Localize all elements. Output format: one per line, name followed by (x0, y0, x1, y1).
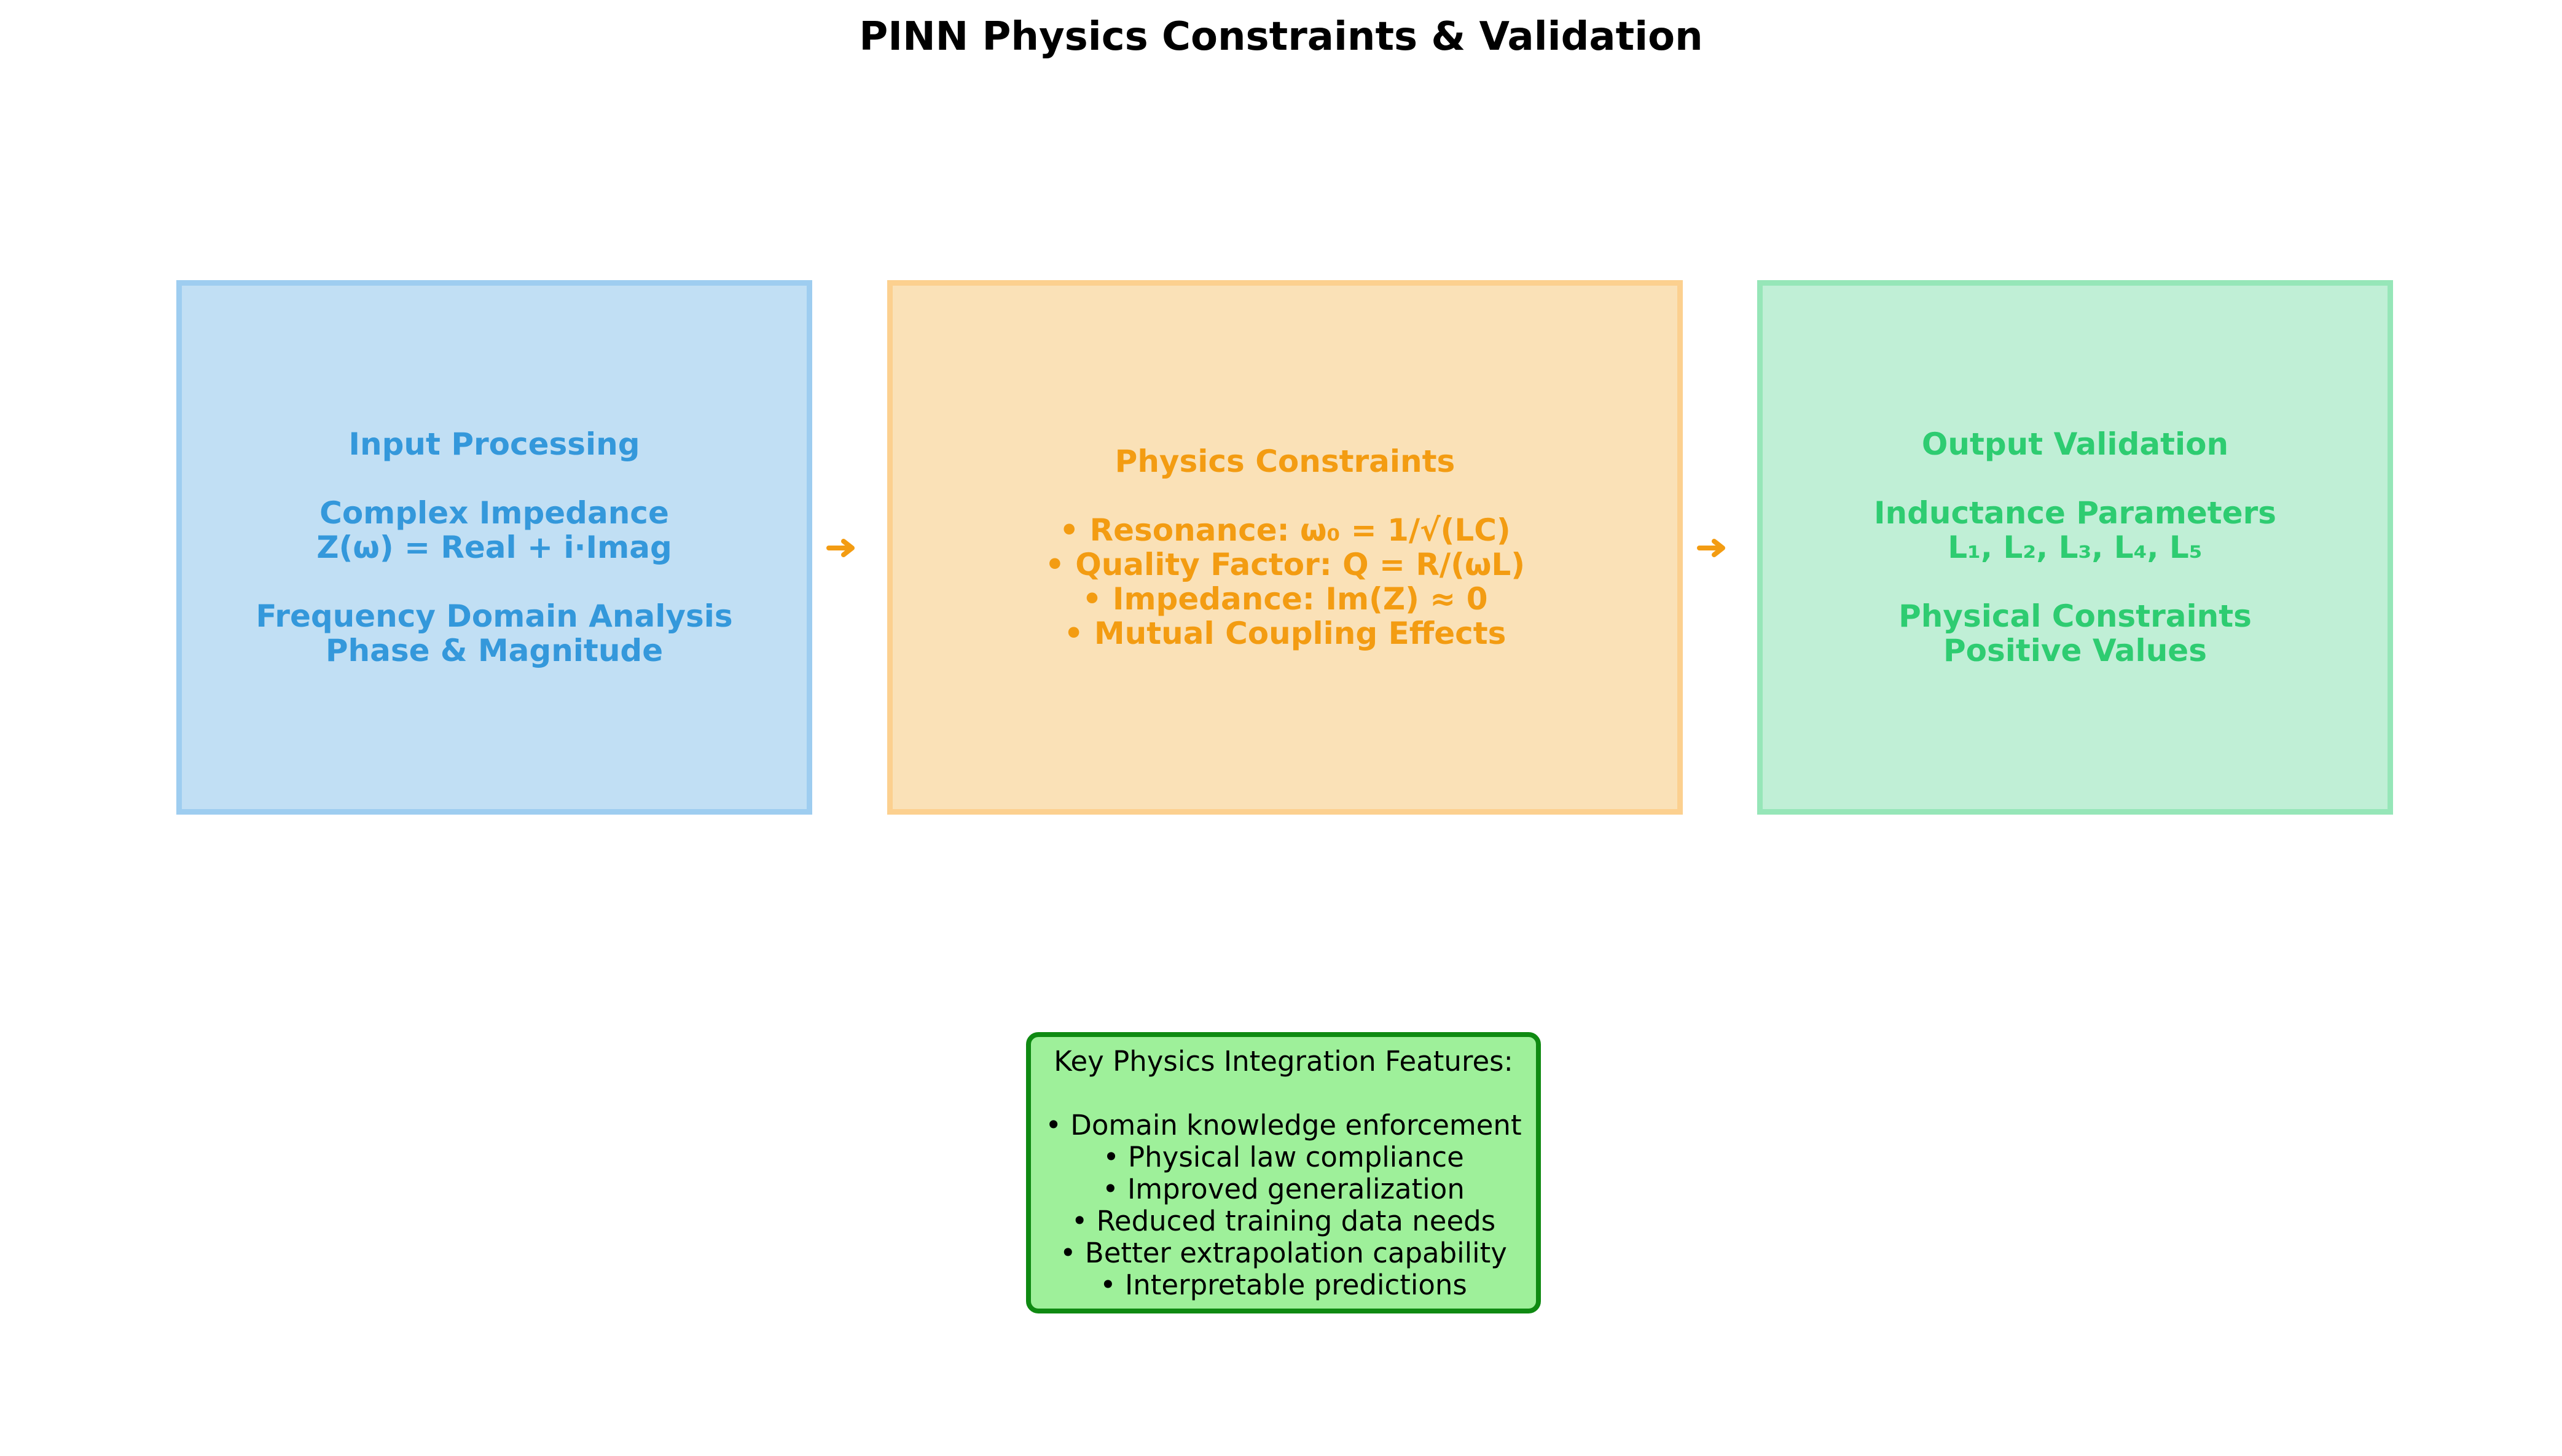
output-line: Inductance Parameters (1873, 495, 2277, 531)
feature-item: • Interpretable predictions (1100, 1269, 1467, 1301)
physics-constraints-heading: Physics Constraints (1115, 444, 1455, 479)
key-features-title: Key Physics Integration Features: (1054, 1045, 1513, 1078)
output-validation-box: Output Validation Inductance Parameters … (1757, 280, 2393, 815)
constraint-item: • Impedance: Im(Z) ≈ 0 (1082, 581, 1488, 617)
input-para-impedance: Complex Impedance Z(ω) = Real + i·Imag (316, 496, 672, 565)
output-line: L₁, L₂, L₃, L₄, L₅ (1948, 530, 2203, 565)
input-line: Phase & Magnitude (325, 633, 664, 668)
constraint-item: • Quality Factor: Q = R/(ωL) (1044, 547, 1526, 582)
input-processing-box: Input Processing Complex Impedance Z(ω) … (176, 280, 812, 815)
output-line: Physical Constraints (1898, 598, 2252, 634)
feature-item: • Better extrapolation capability (1060, 1237, 1507, 1269)
arrow-right-icon (1697, 539, 1725, 557)
input-line: Z(ω) = Real + i·Imag (316, 530, 672, 565)
output-para-inductance: Inductance Parameters L₁, L₂, L₃, L₄, L₅ (1874, 496, 2276, 565)
input-para-frequency: Frequency Domain Analysis Phase & Magnit… (256, 599, 732, 668)
input-line: Complex Impedance (319, 495, 669, 531)
input-line: Frequency Domain Analysis (256, 598, 733, 634)
output-line: Positive Values (1943, 633, 2207, 668)
feature-item: • Domain knowledge enforcement (1045, 1109, 1522, 1141)
feature-item: • Physical law compliance (1103, 1141, 1464, 1173)
diagram-title: PINN Physics Constraints & Validation (859, 14, 1703, 60)
physics-constraints-list: • Resonance: ω₀ = 1/√(LC) • Quality Fact… (1045, 513, 1525, 651)
constraint-item: • Mutual Coupling Effects (1064, 616, 1506, 651)
arrow-right-icon (826, 539, 855, 557)
feature-item: • Reduced training data needs (1071, 1205, 1496, 1237)
physics-constraints-box: Physics Constraints • Resonance: ω₀ = 1/… (887, 280, 1683, 815)
constraint-item: • Resonance: ω₀ = 1/√(LC) (1059, 512, 1511, 548)
feature-item: • Improved generalization (1102, 1173, 1465, 1205)
output-validation-heading: Output Validation (1921, 426, 2229, 462)
key-features-box: Key Physics Integration Features: • Doma… (1026, 1032, 1541, 1313)
input-processing-heading: Input Processing (348, 426, 640, 462)
output-para-constraints: Physical Constraints Positive Values (1898, 599, 2252, 668)
